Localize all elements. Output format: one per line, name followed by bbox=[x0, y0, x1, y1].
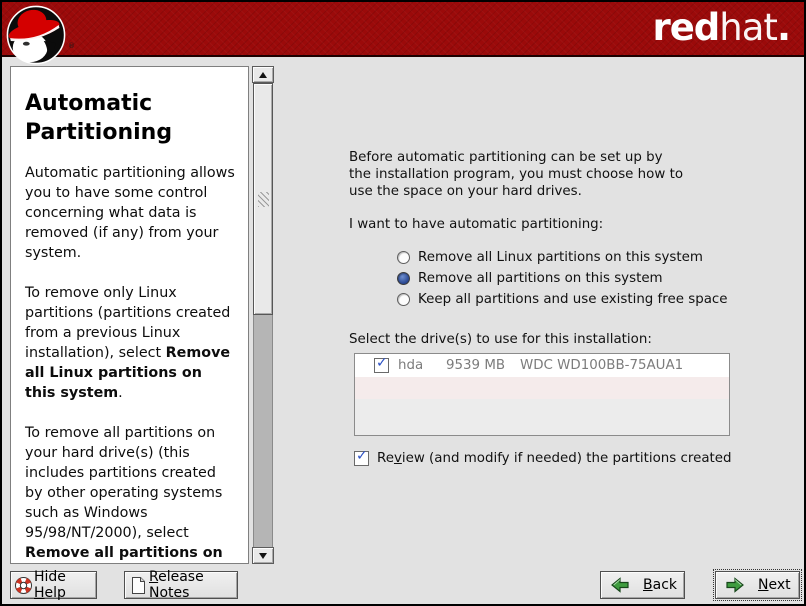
radio-label: Keep all partitions and use existing fre… bbox=[418, 292, 728, 307]
radio-label: Remove all partitions on this system bbox=[418, 271, 663, 286]
release-notes-label: Release Notes bbox=[149, 569, 231, 601]
hide-help-button[interactable]: Hide Help bbox=[10, 571, 97, 599]
drive-size: 9539 MB bbox=[446, 358, 506, 373]
life-preserver-icon bbox=[14, 576, 33, 595]
registered-trademark: ® bbox=[68, 42, 75, 50]
arrow-right-icon bbox=[726, 577, 744, 593]
partitioning-radio-group: Remove all Linux partitions on this syst… bbox=[397, 247, 728, 310]
next-button-focus-ring: Next bbox=[713, 569, 802, 601]
partitioning-prompt: I want to have automatic partitioning: bbox=[349, 217, 603, 232]
drive-checkbox[interactable]: ✓ bbox=[374, 358, 389, 373]
triangle-up-icon bbox=[259, 72, 267, 78]
release-notes-button[interactable]: Release Notes bbox=[124, 571, 238, 599]
review-label: Review (and modify if needed) the partit… bbox=[377, 451, 732, 466]
help-title: Automatic Partitioning bbox=[25, 89, 235, 147]
help-paragraph-1-text: Automatic partitioning allows you to hav… bbox=[25, 165, 235, 261]
next-button[interactable]: Next bbox=[715, 571, 800, 599]
wordmark-red: red bbox=[652, 6, 719, 49]
radio-remove-linux[interactable]: Remove all Linux partitions on this syst… bbox=[397, 247, 728, 268]
radio-button[interactable] bbox=[397, 293, 410, 306]
wordmark-hat: hat bbox=[719, 6, 777, 49]
help-paragraph-1: Automatic partitioning allows you to hav… bbox=[25, 163, 235, 263]
drive-list: ✓ hda 9539 MB WDC WD100BB-75AUA1 bbox=[354, 353, 730, 436]
next-label: Next bbox=[758, 577, 791, 593]
redhat-shadowman-icon bbox=[5, 4, 67, 66]
scrollbar-track[interactable] bbox=[253, 83, 273, 547]
radio-label: Remove all Linux partitions on this syst… bbox=[418, 250, 703, 265]
back-button[interactable]: Back bbox=[600, 571, 685, 599]
help-paragraph-3-bold: Remove all partitions on this system bbox=[25, 545, 223, 564]
checkmark-icon: ✓ bbox=[376, 356, 388, 371]
radio-button-selected[interactable] bbox=[397, 272, 410, 285]
installer-window: redhat. ® Automatic Partitioning Automat… bbox=[0, 0, 806, 606]
radio-button[interactable] bbox=[397, 251, 410, 264]
help-paragraph-2: To remove only Linux partitions (partiti… bbox=[25, 283, 235, 403]
drive-model: WDC WD100BB-75AUA1 bbox=[520, 358, 683, 373]
help-paragraph-3: To remove all partitions on your hard dr… bbox=[25, 423, 235, 564]
review-checkbox[interactable]: ✓ bbox=[354, 451, 369, 466]
thumb-grip-icon bbox=[258, 192, 269, 207]
wordmark-period: . bbox=[777, 6, 790, 49]
drives-label: Select the drive(s) to use for this inst… bbox=[349, 332, 652, 347]
back-label: Back bbox=[643, 577, 677, 593]
drive-row-hda[interactable]: ✓ hda 9539 MB WDC WD100BB-75AUA1 bbox=[355, 354, 729, 377]
arrow-left-icon bbox=[611, 577, 629, 593]
radio-remove-all[interactable]: Remove all partitions on this system bbox=[397, 268, 728, 289]
redhat-wordmark: redhat. bbox=[652, 6, 790, 50]
triangle-down-icon bbox=[259, 553, 267, 559]
scrollbar-thumb[interactable] bbox=[253, 83, 273, 315]
scroll-down-button[interactable] bbox=[252, 547, 274, 564]
drive-device: hda bbox=[398, 358, 446, 373]
intro-text: Before automatic partitioning can be set… bbox=[349, 149, 685, 200]
hide-help-label: Hide Help bbox=[34, 569, 90, 601]
radio-keep-all[interactable]: Keep all partitions and use existing fre… bbox=[397, 289, 728, 310]
review-partitions-option[interactable]: ✓ Review (and modify if needed) the part… bbox=[354, 451, 732, 466]
title-banner: redhat. bbox=[2, 2, 804, 57]
help-scrollbar[interactable] bbox=[252, 66, 274, 564]
checkmark-icon: ✓ bbox=[356, 449, 368, 464]
help-panel: Automatic Partitioning Automatic partiti… bbox=[10, 66, 249, 564]
scroll-up-button[interactable] bbox=[252, 66, 274, 83]
help-paragraph-3-text: To remove all partitions on your hard dr… bbox=[25, 425, 222, 541]
drive-list-empty-row bbox=[355, 377, 729, 399]
document-icon bbox=[130, 576, 147, 595]
